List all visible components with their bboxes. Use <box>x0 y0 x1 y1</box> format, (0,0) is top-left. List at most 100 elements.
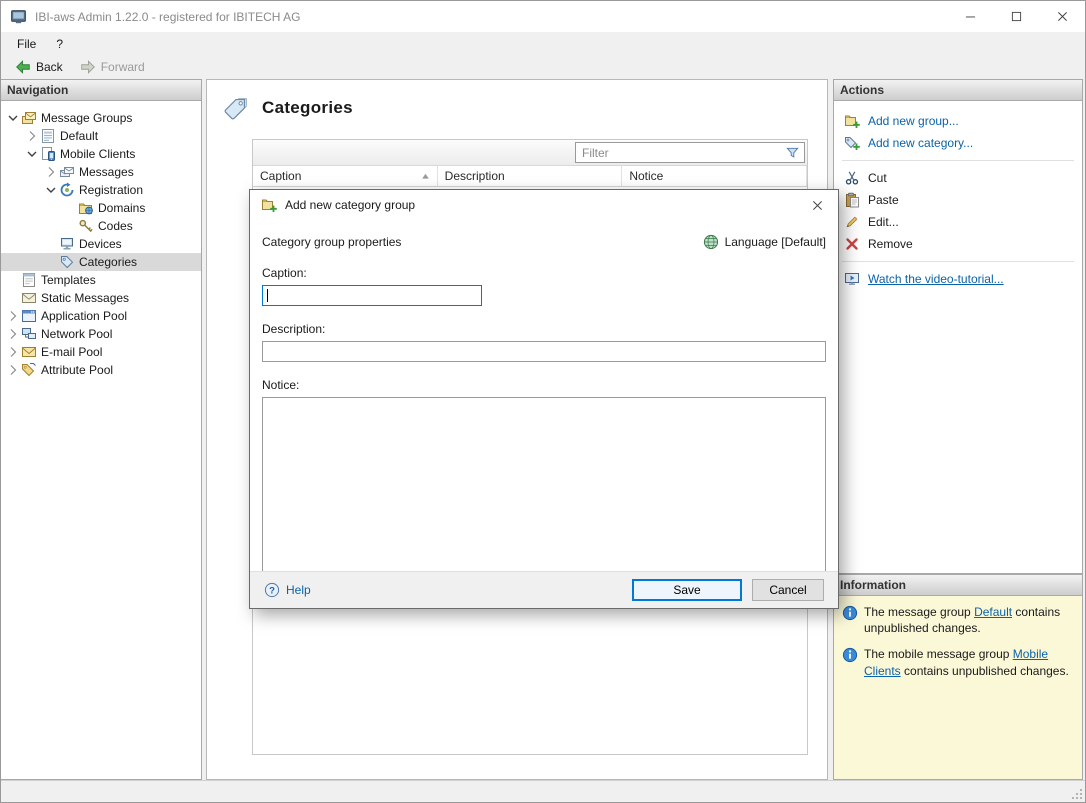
tree-item-domains[interactable]: Domains <box>1 199 201 217</box>
language-label: Language [Default] <box>725 235 826 249</box>
attribute-pool-icon <box>21 362 37 378</box>
action-remove[interactable]: Remove <box>834 233 1082 255</box>
action-label: Paste <box>868 193 899 207</box>
table-header-row: CaptionDescriptionNotice <box>253 166 807 187</box>
language-selector[interactable]: Language [Default] <box>703 234 826 250</box>
action-cut[interactable]: Cut <box>834 167 1082 189</box>
tree-item-label: Mobile Clients <box>60 147 141 161</box>
actions-header: Actions <box>834 80 1082 101</box>
registration-icon <box>59 182 75 198</box>
action-label: Add new category... <box>868 136 973 150</box>
action-label: Remove <box>868 237 913 251</box>
message-group-icon <box>40 128 56 144</box>
chevron-spacer <box>5 290 21 306</box>
information-header: Information <box>834 575 1082 596</box>
actions-panel: Actions Add new group... Add new category… <box>833 79 1083 574</box>
actions-separator <box>842 160 1074 161</box>
chevron-spacer <box>43 254 59 270</box>
tree-item-devices[interactable]: Devices <box>1 235 201 253</box>
info-link-default[interactable]: Default <box>974 605 1012 619</box>
add-category-group-icon <box>261 197 277 213</box>
tree-item-label: Default <box>60 129 104 143</box>
column-header-notice[interactable]: Notice <box>622 166 807 186</box>
remove-icon <box>844 236 860 252</box>
action-watch-the-video-tutorial[interactable]: Watch the video-tutorial... <box>834 268 1082 290</box>
action-label: Watch the video-tutorial... <box>868 272 1004 286</box>
info-text: The mobile message group Mobile Clients … <box>864 646 1074 678</box>
categories-page-icon <box>221 93 251 123</box>
tree-item-templates[interactable]: Templates <box>1 271 201 289</box>
action-edit[interactable]: Edit... <box>834 211 1082 233</box>
chevron-collapsed-icon[interactable] <box>43 164 59 180</box>
save-button[interactable]: Save <box>632 579 742 601</box>
help-icon: ? <box>264 582 280 598</box>
notice-label: Notice: <box>262 378 826 392</box>
forward-button[interactable]: Forward <box>72 56 152 78</box>
tree-item-application-pool[interactable]: Application Pool <box>1 307 201 325</box>
chevron-expanded-icon[interactable] <box>43 182 59 198</box>
column-header-description[interactable]: Description <box>438 166 623 186</box>
chevron-spacer <box>43 236 59 252</box>
action-add-new-group[interactable]: Add new group... <box>834 110 1082 132</box>
add-group-icon <box>844 113 860 129</box>
tree-item-message-groups[interactable]: Message Groups <box>1 109 201 127</box>
devices-icon <box>59 236 75 252</box>
menu-help[interactable]: ? <box>46 34 73 54</box>
caption-input[interactable] <box>262 285 482 306</box>
navigation-tree: Message Groups Default Mobile Clients Messa… <box>1 101 201 379</box>
notice-input[interactable] <box>262 397 826 573</box>
chevron-collapsed-icon[interactable] <box>24 128 40 144</box>
edit-icon <box>844 214 860 230</box>
templates-icon <box>21 272 37 288</box>
column-header-caption[interactable]: Caption <box>253 166 438 186</box>
message-groups-icon <box>21 110 37 126</box>
filter-input[interactable] <box>576 146 784 160</box>
back-button[interactable]: Back <box>7 56 70 78</box>
tree-item-static-messages[interactable]: Static Messages <box>1 289 201 307</box>
tree-item-label: E-mail Pool <box>41 345 108 359</box>
table-toolbar <box>253 140 807 166</box>
tree-item-label: Message Groups <box>41 111 138 125</box>
tree-item-default[interactable]: Default <box>1 127 201 145</box>
action-add-new-category[interactable]: Add new category... <box>834 132 1082 154</box>
maximize-button[interactable] <box>993 1 1039 32</box>
app-icon <box>10 8 27 25</box>
tree-item-registration[interactable]: Registration <box>1 181 201 199</box>
info-item: The message group Default contains unpub… <box>842 604 1074 636</box>
tree-item-network-pool[interactable]: Network Pool <box>1 325 201 343</box>
action-paste[interactable]: Paste <box>834 189 1082 211</box>
video-tutorial-icon <box>844 271 860 287</box>
chevron-spacer <box>5 272 21 288</box>
actions-separator <box>842 261 1074 262</box>
tree-item-mobile-clients[interactable]: Mobile Clients <box>1 145 201 163</box>
chevron-expanded-icon[interactable] <box>24 146 40 162</box>
dialog-close-button[interactable] <box>796 190 838 220</box>
tree-item-categories[interactable]: Categories <box>1 253 201 271</box>
tree-item-messages[interactable]: Messages <box>1 163 201 181</box>
menu-file[interactable]: File <box>7 34 46 54</box>
chevron-expanded-icon[interactable] <box>5 110 21 126</box>
chevron-collapsed-icon[interactable] <box>5 362 21 378</box>
info-icon <box>842 605 858 621</box>
page-title: Categories <box>262 98 353 118</box>
chevron-collapsed-icon[interactable] <box>5 308 21 324</box>
resize-grip[interactable] <box>1069 786 1083 800</box>
svg-text:?: ? <box>269 586 275 597</box>
filter-funnel-icon[interactable] <box>784 145 801 160</box>
chevron-collapsed-icon[interactable] <box>5 344 21 360</box>
action-label: Add new group... <box>868 114 959 128</box>
add-category-icon <box>844 135 860 151</box>
email-pool-icon <box>21 344 37 360</box>
chevron-collapsed-icon[interactable] <box>5 326 21 342</box>
tree-item-label: Codes <box>98 219 139 233</box>
description-input[interactable] <box>262 341 826 362</box>
tree-item-attribute-pool[interactable]: Attribute Pool <box>1 361 201 379</box>
minimize-button[interactable] <box>947 1 993 32</box>
tree-item-e-mail-pool[interactable]: E-mail Pool <box>1 343 201 361</box>
navigation-header: Navigation <box>1 80 201 101</box>
help-link[interactable]: ? Help <box>264 582 311 598</box>
tree-item-codes[interactable]: Codes <box>1 217 201 235</box>
cancel-button[interactable]: Cancel <box>752 579 824 601</box>
close-icon <box>1057 11 1068 22</box>
close-button[interactable] <box>1039 1 1085 32</box>
